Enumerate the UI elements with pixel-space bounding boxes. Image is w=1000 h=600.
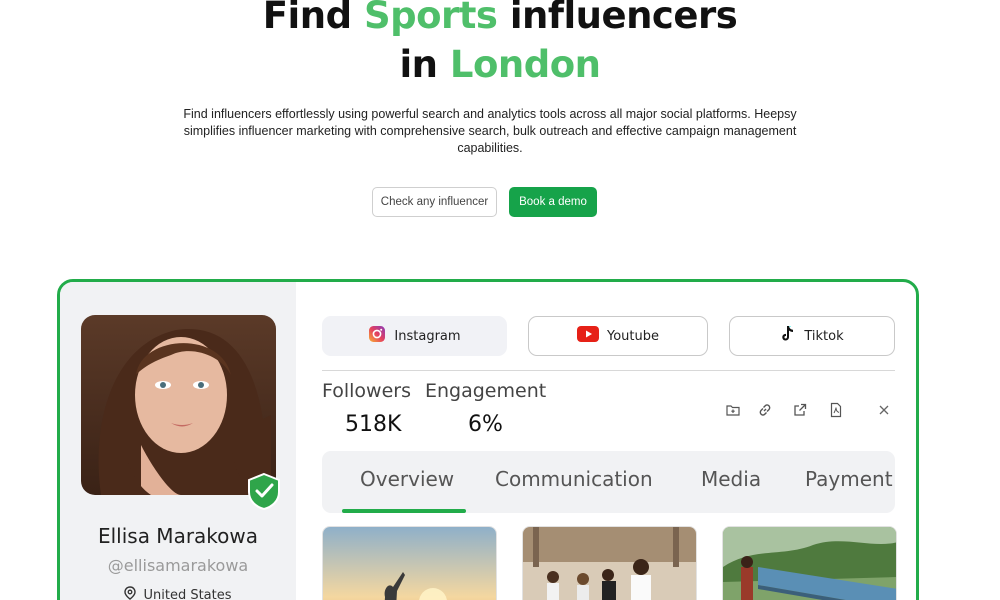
influencer-profile-card: Ellisa Marakowa @ellisamarakowa United S… — [57, 279, 919, 600]
active-tab-indicator — [342, 509, 466, 513]
engagement-value: 6% — [468, 412, 503, 437]
verified-badge-icon — [246, 472, 282, 511]
tab-label: Youtube — [607, 328, 659, 344]
external-link-icon[interactable] — [792, 402, 808, 418]
followers-label: Followers — [322, 380, 411, 402]
subtab-media[interactable]: Media — [701, 467, 761, 491]
location: United States — [60, 586, 296, 600]
youtube-icon — [577, 326, 599, 346]
location-text: United States — [143, 587, 232, 600]
title-accent-sports: Sports — [363, 0, 498, 37]
tab-instagram[interactable]: Instagram — [322, 316, 507, 356]
media-thumbnail[interactable] — [522, 526, 697, 600]
subtab-payment[interactable]: Payment — [805, 467, 893, 491]
hero-description: Find influencers effortlessly using powe… — [183, 107, 797, 155]
hero-title-line-1: Find Sports influencers — [0, 0, 1000, 37]
add-to-folder-icon[interactable] — [725, 402, 741, 418]
instagram-icon — [368, 325, 386, 347]
subtab-communication[interactable]: Communication — [495, 467, 653, 491]
media-thumbnail[interactable] — [722, 526, 897, 600]
profile-sidebar: Ellisa Marakowa @ellisamarakowa United S… — [60, 282, 296, 600]
book-demo-button[interactable]: Book a demo — [509, 187, 597, 217]
followers-value: 518K — [345, 412, 402, 437]
check-influencer-button[interactable]: Check any influencer — [372, 187, 497, 217]
influencer-name: Ellisa Marakowa — [97, 524, 259, 548]
engagement-label: Engagement — [425, 380, 547, 402]
title-text: in — [399, 43, 450, 86]
tab-label: Tiktok — [804, 328, 844, 344]
tiktok-icon — [780, 325, 796, 347]
hero-title-line-2: in London — [0, 43, 1000, 86]
title-accent-london: London — [449, 43, 601, 86]
divider — [322, 370, 895, 371]
tab-label: Instagram — [394, 328, 461, 344]
influencer-handle: @ellisamarakowa — [107, 556, 249, 575]
location-pin-icon — [124, 586, 137, 600]
title-text: Find — [262, 0, 364, 37]
close-icon[interactable] — [876, 402, 892, 418]
media-thumbnail[interactable] — [322, 526, 497, 600]
avatar — [81, 315, 276, 495]
subtab-overview[interactable]: Overview — [360, 467, 454, 491]
pdf-export-icon[interactable] — [828, 402, 844, 418]
title-text: influencers — [497, 0, 738, 37]
tab-tiktok[interactable]: Tiktok — [729, 316, 895, 356]
tab-youtube[interactable]: Youtube — [528, 316, 708, 356]
link-icon[interactable] — [757, 402, 773, 418]
